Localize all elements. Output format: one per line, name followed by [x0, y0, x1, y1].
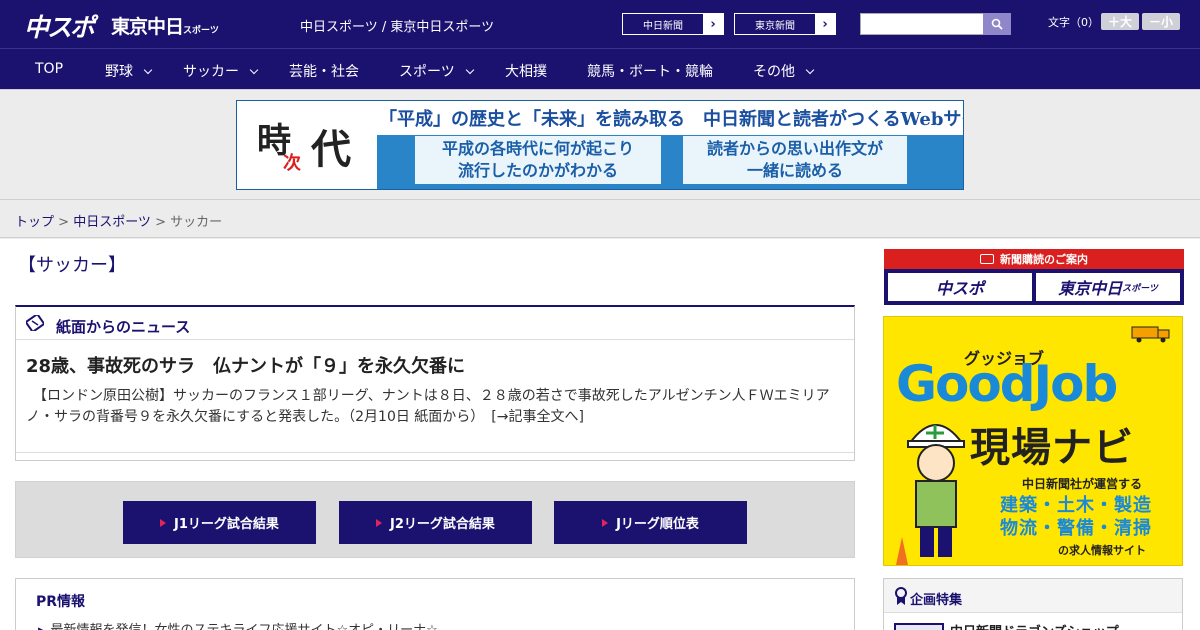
banner-feature-1-line2: 流行したのかがわかる: [457, 161, 618, 180]
banner-feature-1-line1: 平成の各時代に何が起こり: [441, 139, 634, 158]
feature-link[interactable]: 中日新聞ドラゴンズショップ: [950, 621, 1119, 630]
breadcrumb-current: サッカー: [170, 215, 223, 230]
main-nav: TOP 野球 サッカー 芸能・社会 スポーツ 大相撲 競馬・ボート・競輪 その他: [0, 48, 1200, 89]
news-section: 紙面からのニュース 28歳、事故死のサラ 仏ナントが「９」を永久欠番に 【ロンド…: [15, 305, 855, 461]
chevron-right-icon: ›: [815, 14, 835, 34]
page-title: 【サッカー】: [18, 255, 126, 276]
chevron-down-icon: [249, 65, 259, 75]
worker-illustration-icon: [896, 424, 965, 565]
ribbon-icon: [895, 587, 907, 605]
breadcrumb-top-link[interactable]: トップ: [15, 215, 54, 230]
nav-item-sumo[interactable]: 大相撲: [505, 61, 547, 81]
pr-section-title: PR情報: [36, 594, 86, 610]
chevron-down-icon: [143, 65, 153, 75]
search-icon: [991, 18, 1003, 30]
pr-link[interactable]: 最新情報を発信！女性のステキライフ応援サイト☆オピ・リーナ☆: [38, 619, 438, 630]
nav-item-sports[interactable]: スポーツ: [399, 61, 474, 81]
breadcrumb-chunichi-link[interactable]: 中日スポーツ: [73, 215, 151, 230]
j2-results-button[interactable]: J2リーグ試合結果: [339, 501, 532, 544]
nav-item-label: スポーツ: [399, 64, 455, 80]
tokyo-chunichi-logo-sub: スポーツ: [183, 26, 219, 36]
banner-logo-panel: 時 次 代: [237, 101, 377, 189]
chevron-down-icon: [805, 65, 815, 75]
nav-item-racing[interactable]: 競馬・ボート・競輪: [587, 61, 713, 81]
goodjob-site-desc: の求人情報サイト: [1058, 544, 1146, 557]
nav-item-label: 大相撲: [505, 64, 547, 80]
subscribe-tokyo-chunichi-button[interactable]: 東京中日 スポーツ: [1036, 273, 1180, 301]
news-section-header: 紙面からのニュース: [16, 307, 854, 340]
jleague-standings-button[interactable]: Jリーグ順位表: [554, 501, 747, 544]
news-summary: 【ロンドン原田公樹】サッカーのフランス１部リーグ、ナントは８日、２８歳の若さで事…: [26, 388, 830, 425]
nav-item-label: 芸能・社会: [289, 64, 359, 80]
chevron-right-icon: ›: [703, 14, 723, 34]
subscribe-tokyo-chunichi-sub: スポーツ: [1122, 283, 1158, 294]
nav-item-label: その他: [753, 64, 795, 80]
subscription-header-label: 新聞購読のご案内: [1000, 253, 1088, 266]
feature-section: 企画特集 中日新聞ドラゴンズショップ: [883, 578, 1183, 630]
goodjob-categories-line2: 物流・警備・清掃: [1000, 518, 1152, 539]
banner-feature-1: 平成の各時代に何が起こり 流行したのかがわかる: [415, 136, 661, 184]
breadcrumb-separator: >: [54, 215, 74, 230]
goodjob-categories: 建築・土木・製造 物流・警備・清掃: [1000, 494, 1152, 540]
j1-results-label: J1リーグ試合結果: [174, 517, 279, 532]
site-links[interactable]: 中日スポーツ / 東京中日スポーツ: [300, 16, 494, 35]
subscribe-chuspo-button[interactable]: 中スポ: [888, 273, 1032, 301]
banner-tsugi: 次: [283, 153, 301, 174]
nav-item-entertainment[interactable]: 芸能・社会: [289, 61, 359, 81]
news-section-label: 紙面からのニュース: [56, 318, 191, 336]
breadcrumb-separator: >: [150, 215, 171, 230]
truck-icon: [1131, 326, 1170, 343]
search-input[interactable]: [860, 13, 984, 35]
nav-item-baseball[interactable]: 野球: [105, 61, 153, 81]
subscription-header: 新聞購読のご案内: [884, 249, 1184, 269]
search-button[interactable]: [983, 13, 1011, 35]
banner-dai: 代: [311, 126, 351, 173]
tokyo-chunichi-logo-text: 東京中日: [111, 16, 184, 38]
font-larger-button[interactable]: ＋大: [1101, 13, 1139, 30]
chuspo-logo[interactable]: 中スポ: [24, 8, 95, 44]
feature-thumbnail[interactable]: [894, 623, 944, 630]
jidai-banner[interactable]: 時 次 代 「平成」の歴史と「未来」を読み取る 中日新聞と読者がつくるWebサイ…: [236, 100, 964, 190]
jleague-standings-label: Jリーグ順位表: [616, 517, 699, 532]
subscription-box: 新聞購読のご案内 中スポ 東京中日 スポーツ: [884, 249, 1184, 305]
nav-item-top[interactable]: TOP: [35, 61, 63, 77]
nav-item-soccer[interactable]: サッカー: [183, 61, 259, 81]
feature-header: 企画特集: [884, 579, 1182, 613]
banner-feature-2-line2: 一緒に読める: [746, 161, 843, 180]
news-headline-link[interactable]: 28歳、事故死のサラ 仏ナントが「９」を永久欠番に: [26, 352, 465, 378]
triangle-right-icon: [376, 518, 383, 527]
feature-label: 企画特集: [910, 593, 963, 608]
nav-item-label: 競馬・ボート・競輪: [587, 64, 713, 80]
banner-feature-2-line1: 読者からの思い出作文が: [706, 139, 883, 158]
top-header-bar: 中スポ 東京中日スポーツ 中日スポーツ / 東京中日スポーツ: [0, 0, 1200, 48]
tokyo-chunichi-logo[interactable]: 東京中日スポーツ: [111, 12, 219, 39]
j1-results-button[interactable]: J1リーグ試合結果: [123, 501, 316, 544]
j2-results-label: J2リーグ試合結果: [390, 517, 495, 532]
banner-headline: 「平成」の歴史と「未来」を読み取る 中日新聞と読者がつくるWebサイト: [377, 101, 963, 135]
goodjob-categories-line1: 建築・土木・製造: [1000, 495, 1152, 516]
triangle-right-icon: [160, 518, 167, 527]
tokyo-shimbun-label: 東京新聞: [755, 20, 795, 32]
nav-item-label: TOP: [35, 61, 64, 77]
newspaper-icon: [26, 315, 44, 331]
goodjob-operator: 中日新聞社が運営する: [1022, 477, 1143, 491]
goodjob-ad[interactable]: グッジョブ GoodJob 現場ナビ 中日新聞社が運営する 建築・土木・製造 物…: [883, 316, 1183, 566]
triangle-right-icon: [602, 518, 609, 527]
tokyo-shimbun-button[interactable]: 東京新聞 ›: [734, 13, 836, 35]
ticket-icon: [980, 254, 994, 264]
font-size-label: 文字（0）: [1048, 16, 1099, 29]
pr-section: PR情報 最新情報を発信！女性のステキライフ応援サイト☆オピ・リーナ☆: [15, 578, 855, 630]
nav-item-label: サッカー: [183, 64, 239, 80]
chunichi-shimbun-label: 中日新聞: [643, 20, 683, 32]
breadcrumb: トップ > 中日スポーツ > サッカー: [15, 211, 222, 230]
nav-item-label: 野球: [105, 64, 133, 80]
chevron-down-icon: [465, 65, 474, 75]
goodjob-navi: 現場ナビ: [970, 425, 1134, 471]
nav-item-other[interactable]: その他: [753, 61, 815, 81]
font-smaller-button[interactable]: －小: [1142, 13, 1180, 30]
subscribe-tokyo-chunichi-label: 東京中日: [1058, 279, 1123, 298]
banner-feature-2: 読者からの思い出作文が 一緒に読める: [683, 136, 907, 184]
chunichi-shimbun-button[interactable]: 中日新聞 ›: [622, 13, 724, 35]
news-divider: [16, 452, 854, 453]
